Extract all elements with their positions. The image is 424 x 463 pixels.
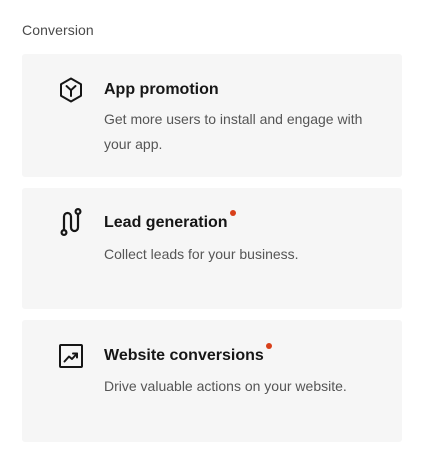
app-promotion-hexagon-icon [57, 76, 85, 104]
new-indicator-dot [265, 343, 272, 349]
card-description: Collect leads for your business. [104, 246, 299, 262]
objective-card-website-conversions[interactable]: Website conversions Drive valuable actio… [22, 320, 402, 442]
card-title: Lead generation [104, 210, 236, 232]
new-indicator-dot [229, 210, 236, 216]
lead-generation-path-icon [57, 208, 85, 236]
website-conversions-trend-icon [57, 342, 85, 370]
card-description: Get more users to install and engage wit… [104, 111, 363, 152]
card-description: Drive valuable actions on your website. [104, 378, 347, 394]
card-title-text: Website conversions [104, 347, 264, 364]
card-title: Website conversions [104, 343, 272, 365]
card-title-text: App promotion [104, 81, 219, 98]
section-title: Conversion [22, 22, 94, 38]
card-title: App promotion [104, 81, 219, 99]
card-title-text: Lead generation [104, 214, 228, 231]
objective-card-app-promotion[interactable]: App promotion Get more users to install … [22, 54, 402, 177]
objective-card-lead-generation[interactable]: Lead generation Collect leads for your b… [22, 188, 402, 309]
